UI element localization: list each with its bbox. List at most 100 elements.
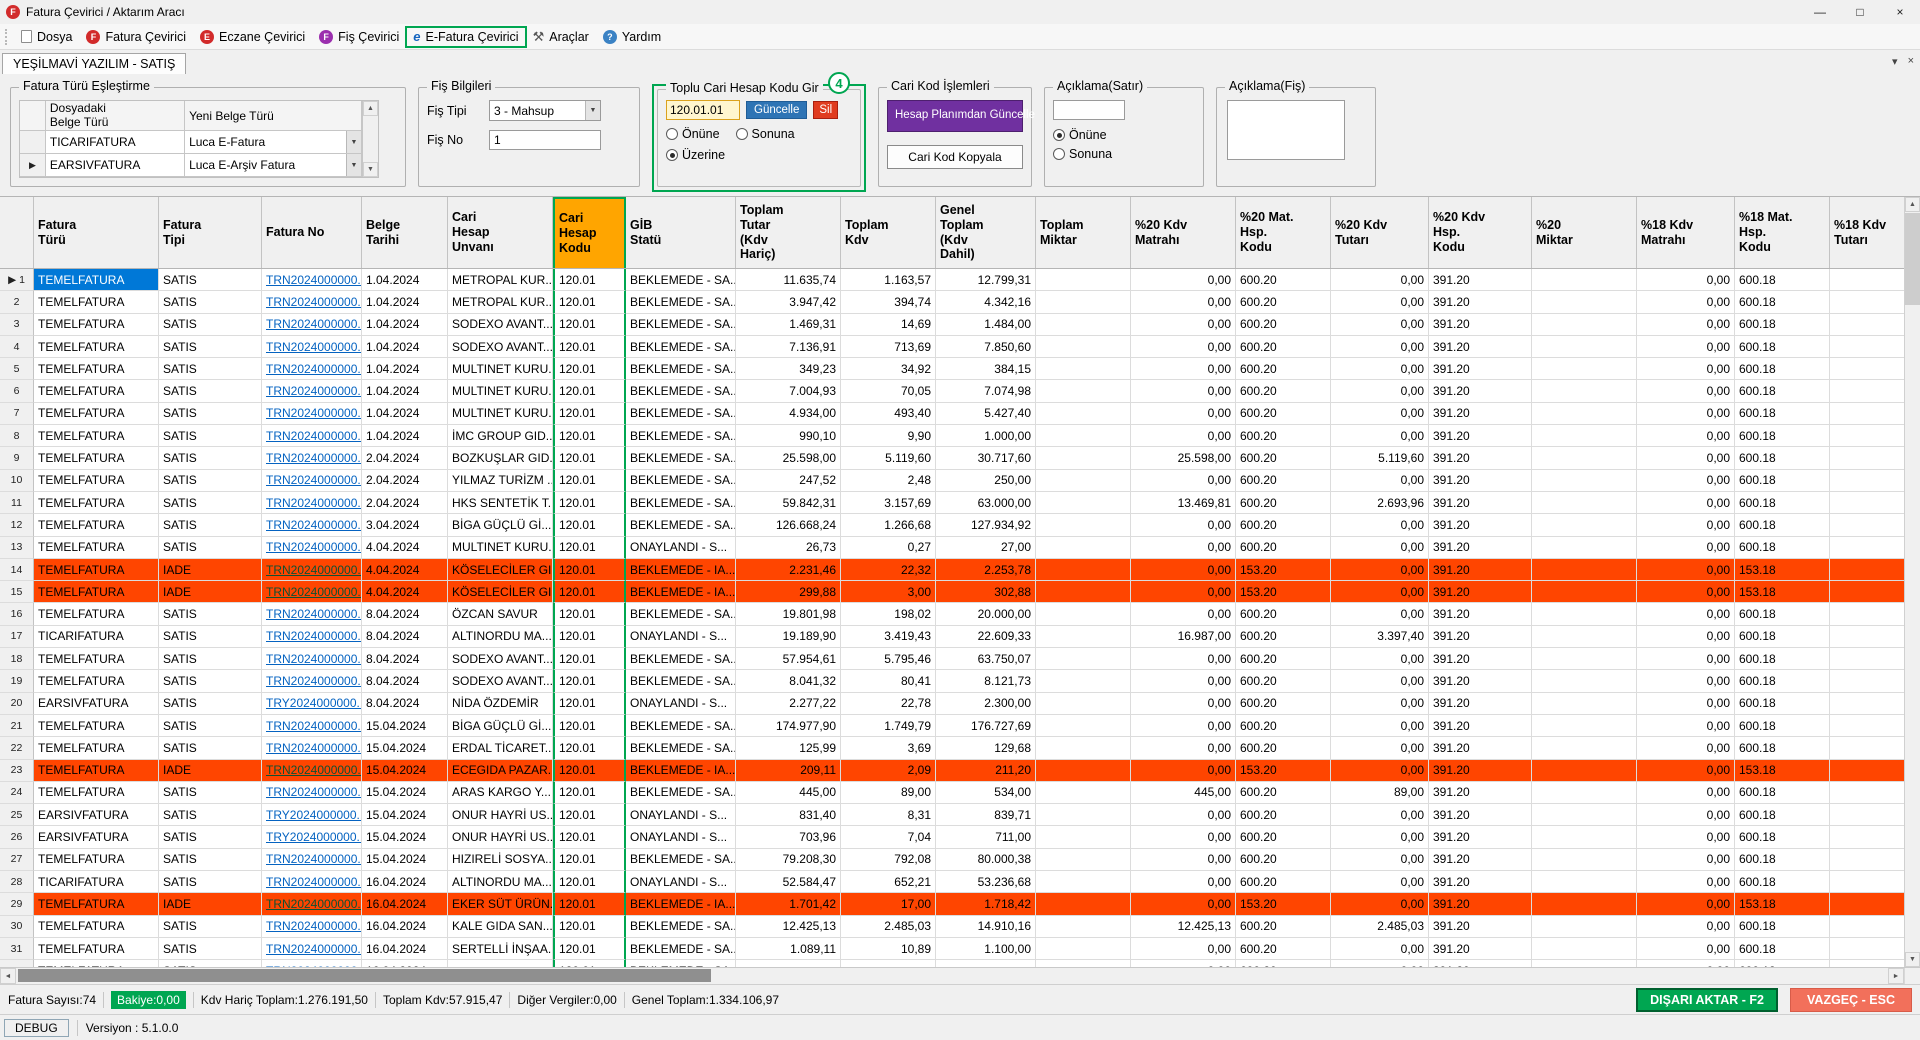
- cell-miktar[interactable]: [1036, 313, 1131, 336]
- cell-genel[interactable]: 127.934,92: [936, 514, 1036, 537]
- cell-mh20[interactable]: 600.20: [1236, 335, 1331, 359]
- cell-tur[interactable]: TICARIFATURA: [34, 871, 159, 894]
- row-header[interactable]: 24: [0, 781, 34, 805]
- cell-t18[interactable]: [1830, 626, 1904, 649]
- cell-mh18[interactable]: 600.18: [1735, 871, 1830, 894]
- cell-t18[interactable]: [1830, 558, 1904, 582]
- cell-t20[interactable]: 0,00: [1331, 402, 1429, 426]
- cell-t20[interactable]: 0,00: [1331, 558, 1429, 582]
- cell-kh20[interactable]: 391.20: [1429, 402, 1532, 426]
- cell-mh20[interactable]: 600.20: [1236, 469, 1331, 492]
- grid-row[interactable]: 9 TEMELFATURA SATIS TRN2024000000... 2.04.20…: [0, 447, 1904, 470]
- cell-kdv[interactable]: 17,00: [841, 893, 936, 916]
- cell-genel[interactable]: 839,71: [936, 804, 1036, 827]
- cell-kdv[interactable]: 493,40: [841, 402, 936, 426]
- cell-tur[interactable]: TEMELFATURA: [34, 425, 159, 448]
- cell-kod[interactable]: 120.01: [553, 960, 626, 967]
- row-header[interactable]: 26: [0, 826, 34, 849]
- invoice-link[interactable]: TRN2024000000...: [266, 875, 361, 889]
- cell-unvan[interactable]: YILMAZ TURİZM ...: [448, 469, 553, 492]
- menu-item-fis-cevirici[interactable]: F Fiş Çevirici: [312, 27, 406, 47]
- cell-m18[interactable]: 0,00: [1637, 603, 1735, 626]
- cell-no[interactable]: TRY2024000000...: [262, 826, 362, 849]
- row-header[interactable]: 10: [0, 469, 34, 492]
- cell-genel[interactable]: 384,15: [936, 358, 1036, 381]
- cell-t18[interactable]: [1830, 804, 1904, 827]
- cell-m20[interactable]: 25.598,00: [1131, 447, 1236, 470]
- cell-mik20[interactable]: [1532, 313, 1637, 336]
- grid-row[interactable]: 25 EARSIVFATURA SATIS TRY2024000000... 15.04…: [0, 804, 1904, 827]
- cell-tur[interactable]: TEMELFATURA: [34, 781, 159, 805]
- row-header[interactable]: 31: [0, 937, 34, 961]
- column-header-kod[interactable]: Cari Hesap Kodu: [553, 197, 626, 268]
- cell-mik20[interactable]: [1532, 402, 1637, 426]
- radio-sonuna[interactable]: Sonuna: [735, 127, 795, 141]
- row-header[interactable]: 11: [0, 491, 34, 515]
- cell-mh20[interactable]: 600.20: [1236, 291, 1331, 314]
- grid-row[interactable]: 26 EARSIVFATURA SATIS TRY2024000000... 15.04…: [0, 826, 1904, 849]
- cell-kod[interactable]: 120.01: [553, 871, 626, 894]
- cell-tarih[interactable]: 1.04.2024: [362, 291, 448, 314]
- cell-kod[interactable]: 120.01: [553, 380, 626, 403]
- cell-statu[interactable]: ONAYLANDI - S...: [626, 871, 736, 894]
- invoice-link[interactable]: TRN2024000000...: [266, 629, 361, 643]
- cell-unvan[interactable]: SODEXO AVANT...: [448, 335, 553, 359]
- cell-kh20[interactable]: 391.20: [1429, 826, 1532, 849]
- cell-tur[interactable]: TEMELFATURA: [34, 514, 159, 537]
- column-header-tutar[interactable]: Toplam Tutar (Kdv Hariç): [736, 197, 841, 268]
- cell-tur[interactable]: TEMELFATURA: [34, 603, 159, 626]
- cell-tutar[interactable]: 11.635,74: [736, 269, 841, 292]
- row-header[interactable]: 8: [0, 425, 34, 448]
- cell-statu[interactable]: BEKLEMEDE - SA...: [626, 291, 736, 314]
- cell-m18[interactable]: 0,00: [1637, 737, 1735, 760]
- cell-t18[interactable]: [1830, 893, 1904, 916]
- cell-statu[interactable]: BEKLEMEDE - SA...: [626, 514, 736, 537]
- row-header[interactable]: 12: [0, 514, 34, 537]
- cell-kod[interactable]: 120.01: [553, 714, 626, 738]
- cell-t20[interactable]: 0,00: [1331, 313, 1429, 336]
- cell-genel[interactable]: 20.000,00: [936, 603, 1036, 626]
- column-header-t18[interactable]: %18 Kdv Tutarı: [1830, 197, 1904, 268]
- grid-row[interactable]: 14 TEMELFATURA IADE TRN2024000000... 4.04.20…: [0, 558, 1904, 582]
- cell-genel[interactable]: 1.000,00: [936, 425, 1036, 448]
- cell-statu[interactable]: BEKLEMEDE - SA...: [626, 937, 736, 961]
- grid-row[interactable]: 31 TEMELFATURA SATIS TRN2024000000... 16.04.…: [0, 937, 1904, 961]
- invoice-link[interactable]: TRN2024000000...: [266, 674, 361, 688]
- invoice-link[interactable]: TRN2024000000...: [266, 540, 361, 554]
- cell-t20[interactable]: 0,00: [1331, 893, 1429, 916]
- invoice-link[interactable]: TRN2024000000...: [266, 607, 361, 621]
- row-header[interactable]: 13: [0, 536, 34, 559]
- cell-t18[interactable]: [1830, 603, 1904, 626]
- cell-genel[interactable]: 129,68: [936, 737, 1036, 760]
- cell-m20[interactable]: 0,00: [1131, 469, 1236, 492]
- cell-statu[interactable]: BEKLEMEDE - IA...: [626, 558, 736, 582]
- cell-miktar[interactable]: [1036, 469, 1131, 492]
- cell-tarih[interactable]: 8.04.2024: [362, 648, 448, 671]
- column-header-unvan[interactable]: Cari Hesap Unvanı: [448, 197, 553, 268]
- cell-kod[interactable]: 120.01: [553, 469, 626, 492]
- cell-genel[interactable]: 7.850,60: [936, 335, 1036, 359]
- grid-row[interactable]: 8 TEMELFATURA SATIS TRN2024000000... 1.04.20…: [0, 425, 1904, 448]
- grid-row[interactable]: 12 TEMELFATURA SATIS TRN2024000000... 3.04.2…: [0, 514, 1904, 537]
- grid-row[interactable]: 17 TICARIFATURA SATIS TRN2024000000... 8.04.…: [0, 625, 1904, 649]
- cell-mh20[interactable]: 600.20: [1236, 737, 1331, 760]
- cell-genel[interactable]: 63.000,00: [936, 491, 1036, 515]
- grid-row[interactable]: 19 TEMELFATURA SATIS TRN2024000000... 8.04.2…: [0, 670, 1904, 693]
- cari-kod-kopyala-button[interactable]: Cari Kod Kopyala: [887, 145, 1023, 169]
- grid-row[interactable]: 16 TEMELFATURA SATIS TRN2024000000... 8.04.2…: [0, 603, 1904, 626]
- cell-kod[interactable]: 120.01: [553, 670, 626, 693]
- cell-miktar[interactable]: [1036, 804, 1131, 827]
- cell-tarih[interactable]: 4.04.2024: [362, 536, 448, 559]
- cell-mik20[interactable]: [1532, 558, 1637, 582]
- cell-tutar[interactable]: 247,52: [736, 469, 841, 492]
- cell-miktar[interactable]: [1036, 781, 1131, 805]
- scroll-right-icon[interactable]: ►: [1888, 968, 1904, 984]
- cell-m20[interactable]: 0,00: [1131, 358, 1236, 381]
- invoice-link[interactable]: TRN2024000000...: [266, 852, 361, 866]
- cell-genel[interactable]: 14.910,16: [936, 915, 1036, 938]
- cell-mh18[interactable]: 600.18: [1735, 670, 1830, 693]
- grid-row[interactable]: 10 TEMELFATURA SATIS TRN2024000000... 2.04.2…: [0, 469, 1904, 492]
- cell-mh20[interactable]: 153.20: [1236, 759, 1331, 782]
- tab-yesilmavi-yazilim-satis[interactable]: YEŞİLMAVİ YAZILIM - SATIŞ: [2, 53, 187, 74]
- cell-mh20[interactable]: 600.20: [1236, 380, 1331, 403]
